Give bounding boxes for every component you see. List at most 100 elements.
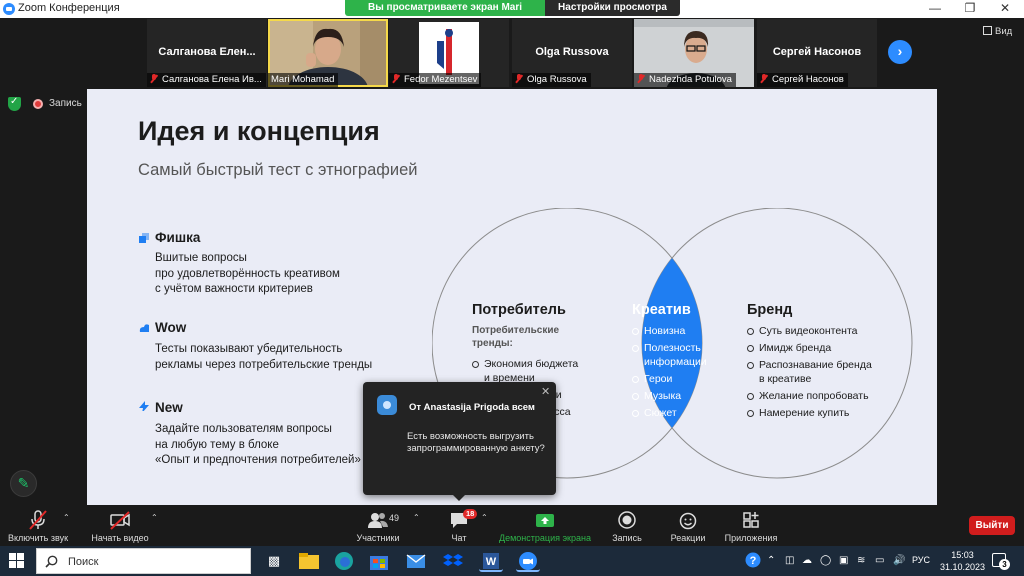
- layers-icon: [139, 233, 149, 243]
- view-button[interactable]: Вид: [983, 26, 1012, 37]
- slide-title: Идея и концепция: [138, 116, 380, 146]
- feature-title: Wow: [155, 320, 187, 335]
- muted-mic-icon: [637, 74, 645, 83]
- zoom-app-icon[interactable]: [516, 550, 540, 572]
- chat-notification[interactable]: От Anastasija Prigoda всем ✕ Есть возмож…: [363, 382, 556, 501]
- participant-tile[interactable]: Olga Russova Olga Russova: [512, 19, 632, 87]
- share-banner: Вы просматриваете экран Mari Mohamad Нас…: [345, 0, 680, 29]
- participant-strip: Салганова Елен... Салганова Елена Ив... …: [0, 18, 1024, 90]
- chat-options-caret-icon[interactable]: ⌃: [481, 513, 488, 522]
- security-shield-icon[interactable]: [8, 96, 21, 111]
- clock-date: 31.10.2023: [940, 562, 986, 572]
- close-icon[interactable]: ✕: [541, 385, 550, 398]
- svg-text:W: W: [486, 556, 497, 568]
- feature-line: на любую тему в блоке: [155, 438, 279, 451]
- venn-center-title: Креатив: [632, 302, 691, 318]
- wifi-icon[interactable]: ≋: [857, 555, 865, 566]
- unmute-label: Включить звук: [7, 533, 69, 543]
- audio-options-caret-icon[interactable]: ⌃: [63, 513, 70, 522]
- participants-button[interactable]: Участники: [350, 505, 406, 546]
- dropbox-icon[interactable]: [441, 550, 465, 572]
- chat-label: Чат: [451, 533, 467, 543]
- participant-tile[interactable]: Fedor Mezentsev: [389, 19, 509, 87]
- tray-expand-icon[interactable]: ⌃: [767, 555, 775, 566]
- view-label: Вид: [995, 26, 1013, 37]
- list-item: Имидж бренда: [746, 341, 876, 355]
- recording-dot-icon: [33, 99, 43, 109]
- participant-tile-active-speaker[interactable]: Mari Mohamad: [268, 19, 388, 87]
- list-item: Распознавание бренда в креативе: [746, 358, 876, 386]
- participant-tile[interactable]: Сергей Насонов Сергей Насонов: [757, 19, 877, 87]
- taskbar-search-box[interactable]: Поиск: [36, 548, 251, 574]
- tray-app-icon[interactable]: ◯: [820, 555, 831, 566]
- volume-icon[interactable]: 🔊: [893, 555, 905, 566]
- record-button[interactable]: Запись: [606, 505, 648, 546]
- unmute-button[interactable]: Включить звук: [4, 505, 72, 546]
- feature-line: рекламы через потребительские тренды: [155, 358, 373, 371]
- participant-label: Mari Mohamad: [268, 73, 339, 87]
- mail-icon[interactable]: [404, 550, 428, 572]
- venn-sub-line: Потребительские: [472, 325, 560, 336]
- list-item: Намерение купить: [746, 406, 876, 420]
- tray-app-icon[interactable]: ▣: [839, 555, 848, 566]
- leave-meeting-button[interactable]: Выйти: [969, 516, 1015, 535]
- feature-body: Задайте пользователям вопросы на любую т…: [155, 422, 361, 469]
- close-window-icon[interactable]: ✕: [990, 0, 1020, 18]
- edge-browser-icon[interactable]: [332, 550, 356, 572]
- language-indicator[interactable]: РУС: [912, 555, 930, 565]
- muted-mic-icon: [760, 74, 768, 83]
- participant-label: Салганова Елена Ив...: [147, 73, 266, 87]
- participant-big-name: Olga Russova: [535, 46, 609, 58]
- participants-options-caret-icon[interactable]: ⌃: [413, 513, 420, 522]
- battery-icon[interactable]: ▭: [875, 555, 884, 566]
- list-item: Экономия бюджета и времени: [471, 357, 579, 385]
- participant-tile[interactable]: Nadezhda Potulova: [634, 19, 754, 87]
- word-icon[interactable]: W: [479, 550, 503, 572]
- list-item: Музыка: [631, 389, 713, 403]
- minimize-icon[interactable]: —: [920, 0, 950, 18]
- restore-icon[interactable]: ❐: [955, 0, 985, 18]
- windows-taskbar: Поиск ▩ W ? ⌃ ◫ ☁ ◯ ▣ ≋ ▭ 🔊 РУС 15:03 31…: [0, 546, 1024, 576]
- next-participants-arrow-icon[interactable]: ›: [888, 40, 912, 64]
- participant-tile[interactable]: Салганова Елен... Салганова Елена Ив...: [147, 19, 267, 87]
- cloud-sync-icon[interactable]: ☁: [802, 555, 812, 566]
- feature-line: Задайте пользователям вопросы: [155, 423, 332, 435]
- windows-start-icon[interactable]: [9, 553, 25, 569]
- apps-button[interactable]: Приложения: [722, 505, 780, 546]
- tray-app-icon[interactable]: ◫: [785, 555, 794, 566]
- start-video-button[interactable]: Начать видео: [88, 505, 152, 546]
- file-explorer-icon[interactable]: [297, 550, 321, 572]
- lightning-icon: [139, 401, 149, 411]
- chat-sender: От Anastasija Prigoda всем: [409, 402, 535, 413]
- participant-big-name: Салганова Елен...: [158, 46, 256, 58]
- chat-message: Есть возможность выгрузить запрограммиро…: [407, 431, 545, 454]
- feature-body: Вшитые вопросы про удовлетворённость кре…: [155, 251, 340, 298]
- store-icon[interactable]: [367, 550, 391, 572]
- search-placeholder: Поиск: [68, 556, 99, 568]
- list-item: Желание попробовать: [746, 389, 876, 403]
- participant-big-name: Сергей Насонов: [772, 46, 862, 58]
- video-options-caret-icon[interactable]: ⌃: [151, 513, 158, 522]
- participant-name: Сергей Насонов: [772, 74, 844, 85]
- share-screen-icon: [536, 514, 554, 527]
- help-icon[interactable]: ?: [745, 552, 761, 568]
- venn-right-title: Бренд: [747, 302, 793, 318]
- view-settings-button[interactable]: Настройки просмотра: [545, 0, 680, 16]
- venn-left-title: Потребитель: [472, 302, 566, 318]
- task-view-icon[interactable]: ▩: [262, 550, 286, 572]
- annotate-pen-icon[interactable]: ✎: [10, 470, 37, 497]
- video-off-icon: [110, 511, 130, 530]
- feature-line: Вшитые вопросы: [155, 252, 247, 264]
- participant-label: Fedor Mezentsev: [389, 73, 482, 87]
- reactions-button[interactable]: Реакции: [666, 505, 710, 546]
- share-screen-button[interactable]: Демонстрация экрана: [497, 505, 593, 546]
- reaction-smiley-icon: [679, 512, 697, 530]
- record-label: Запись: [612, 533, 642, 543]
- recording-label: Запись: [49, 98, 82, 109]
- search-icon: [45, 555, 58, 568]
- participant-label: Сергей Насонов: [757, 73, 848, 87]
- feature-body: Тесты показывают убедительность рекламы …: [155, 342, 372, 373]
- list-item: Полезность информации: [631, 341, 713, 369]
- cloud-icon: [139, 324, 149, 332]
- clock[interactable]: 15:03 31.10.2023: [940, 549, 985, 573]
